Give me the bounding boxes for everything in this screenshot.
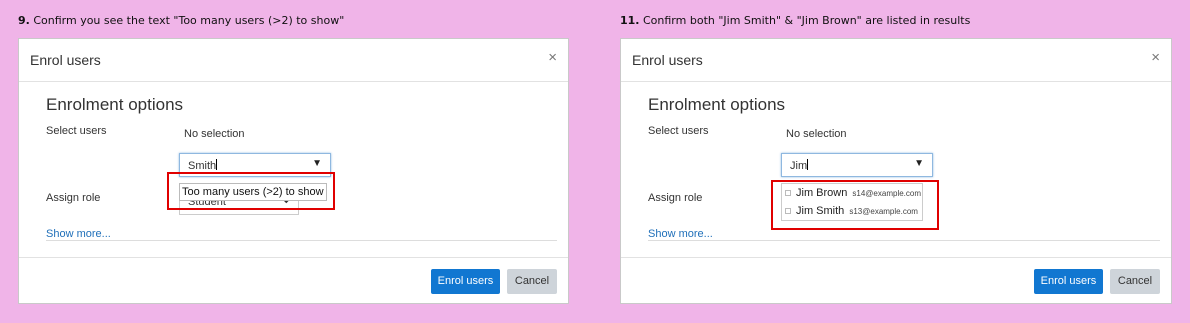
show-more-link[interactable]: Show more... (46, 228, 111, 240)
red-highlight-box (167, 172, 335, 210)
section-title: Enrolment options (46, 95, 184, 114)
search-value: Smith (188, 160, 217, 172)
dialog-title: Enrol users (632, 52, 703, 68)
enrol-users-dialog-left: Enrol users × Enrolment options Select u… (18, 38, 569, 304)
enrol-users-button[interactable]: Enrol users (1034, 269, 1103, 294)
step-number: 11. (620, 14, 640, 27)
text-cursor (807, 159, 809, 170)
red-highlight-box (771, 180, 939, 230)
enrol-users-button[interactable]: Enrol users (431, 269, 500, 294)
footer-divider (621, 257, 1171, 258)
close-icon[interactable]: × (1151, 49, 1160, 66)
divider (648, 240, 1160, 241)
enrol-users-dialog-right: Enrol users × Enrolment options Select u… (620, 38, 1172, 304)
show-more-link[interactable]: Show more... (648, 228, 713, 240)
select-users-label: Select users (46, 125, 107, 137)
step-text: Confirm you see the text "Too many users… (33, 14, 345, 27)
cancel-button[interactable]: Cancel (1110, 269, 1160, 294)
cancel-button[interactable]: Cancel (507, 269, 557, 294)
step-11-instruction: 11. Confirm both "Jim Smith" & "Jim Brow… (620, 14, 970, 27)
divider (46, 240, 557, 241)
assign-role-label: Assign role (46, 192, 101, 204)
section-title: Enrolment options (648, 95, 786, 114)
dropdown-arrow-icon[interactable]: ▼ (914, 158, 924, 169)
user-search-input[interactable]: Jim ▼ (781, 153, 933, 177)
text-cursor (216, 159, 218, 170)
step-number: 9. (18, 14, 30, 27)
close-icon[interactable]: × (548, 49, 557, 66)
assign-role-label: Assign role (648, 192, 703, 204)
footer-divider (19, 257, 568, 258)
dialog-header: Enrol users × (19, 39, 568, 82)
search-value: Jim (790, 160, 808, 172)
dropdown-arrow-icon[interactable]: ▼ (312, 158, 322, 169)
dialog-title: Enrol users (30, 52, 101, 68)
no-selection-text: No selection (184, 128, 245, 140)
dialog-header: Enrol users × (621, 39, 1171, 82)
select-users-label: Select users (648, 125, 709, 137)
step-text: Confirm both "Jim Smith" & "Jim Brown" a… (643, 14, 971, 27)
step-9-instruction: 9. Confirm you see the text "Too many us… (18, 14, 344, 27)
no-selection-text: No selection (786, 128, 847, 140)
